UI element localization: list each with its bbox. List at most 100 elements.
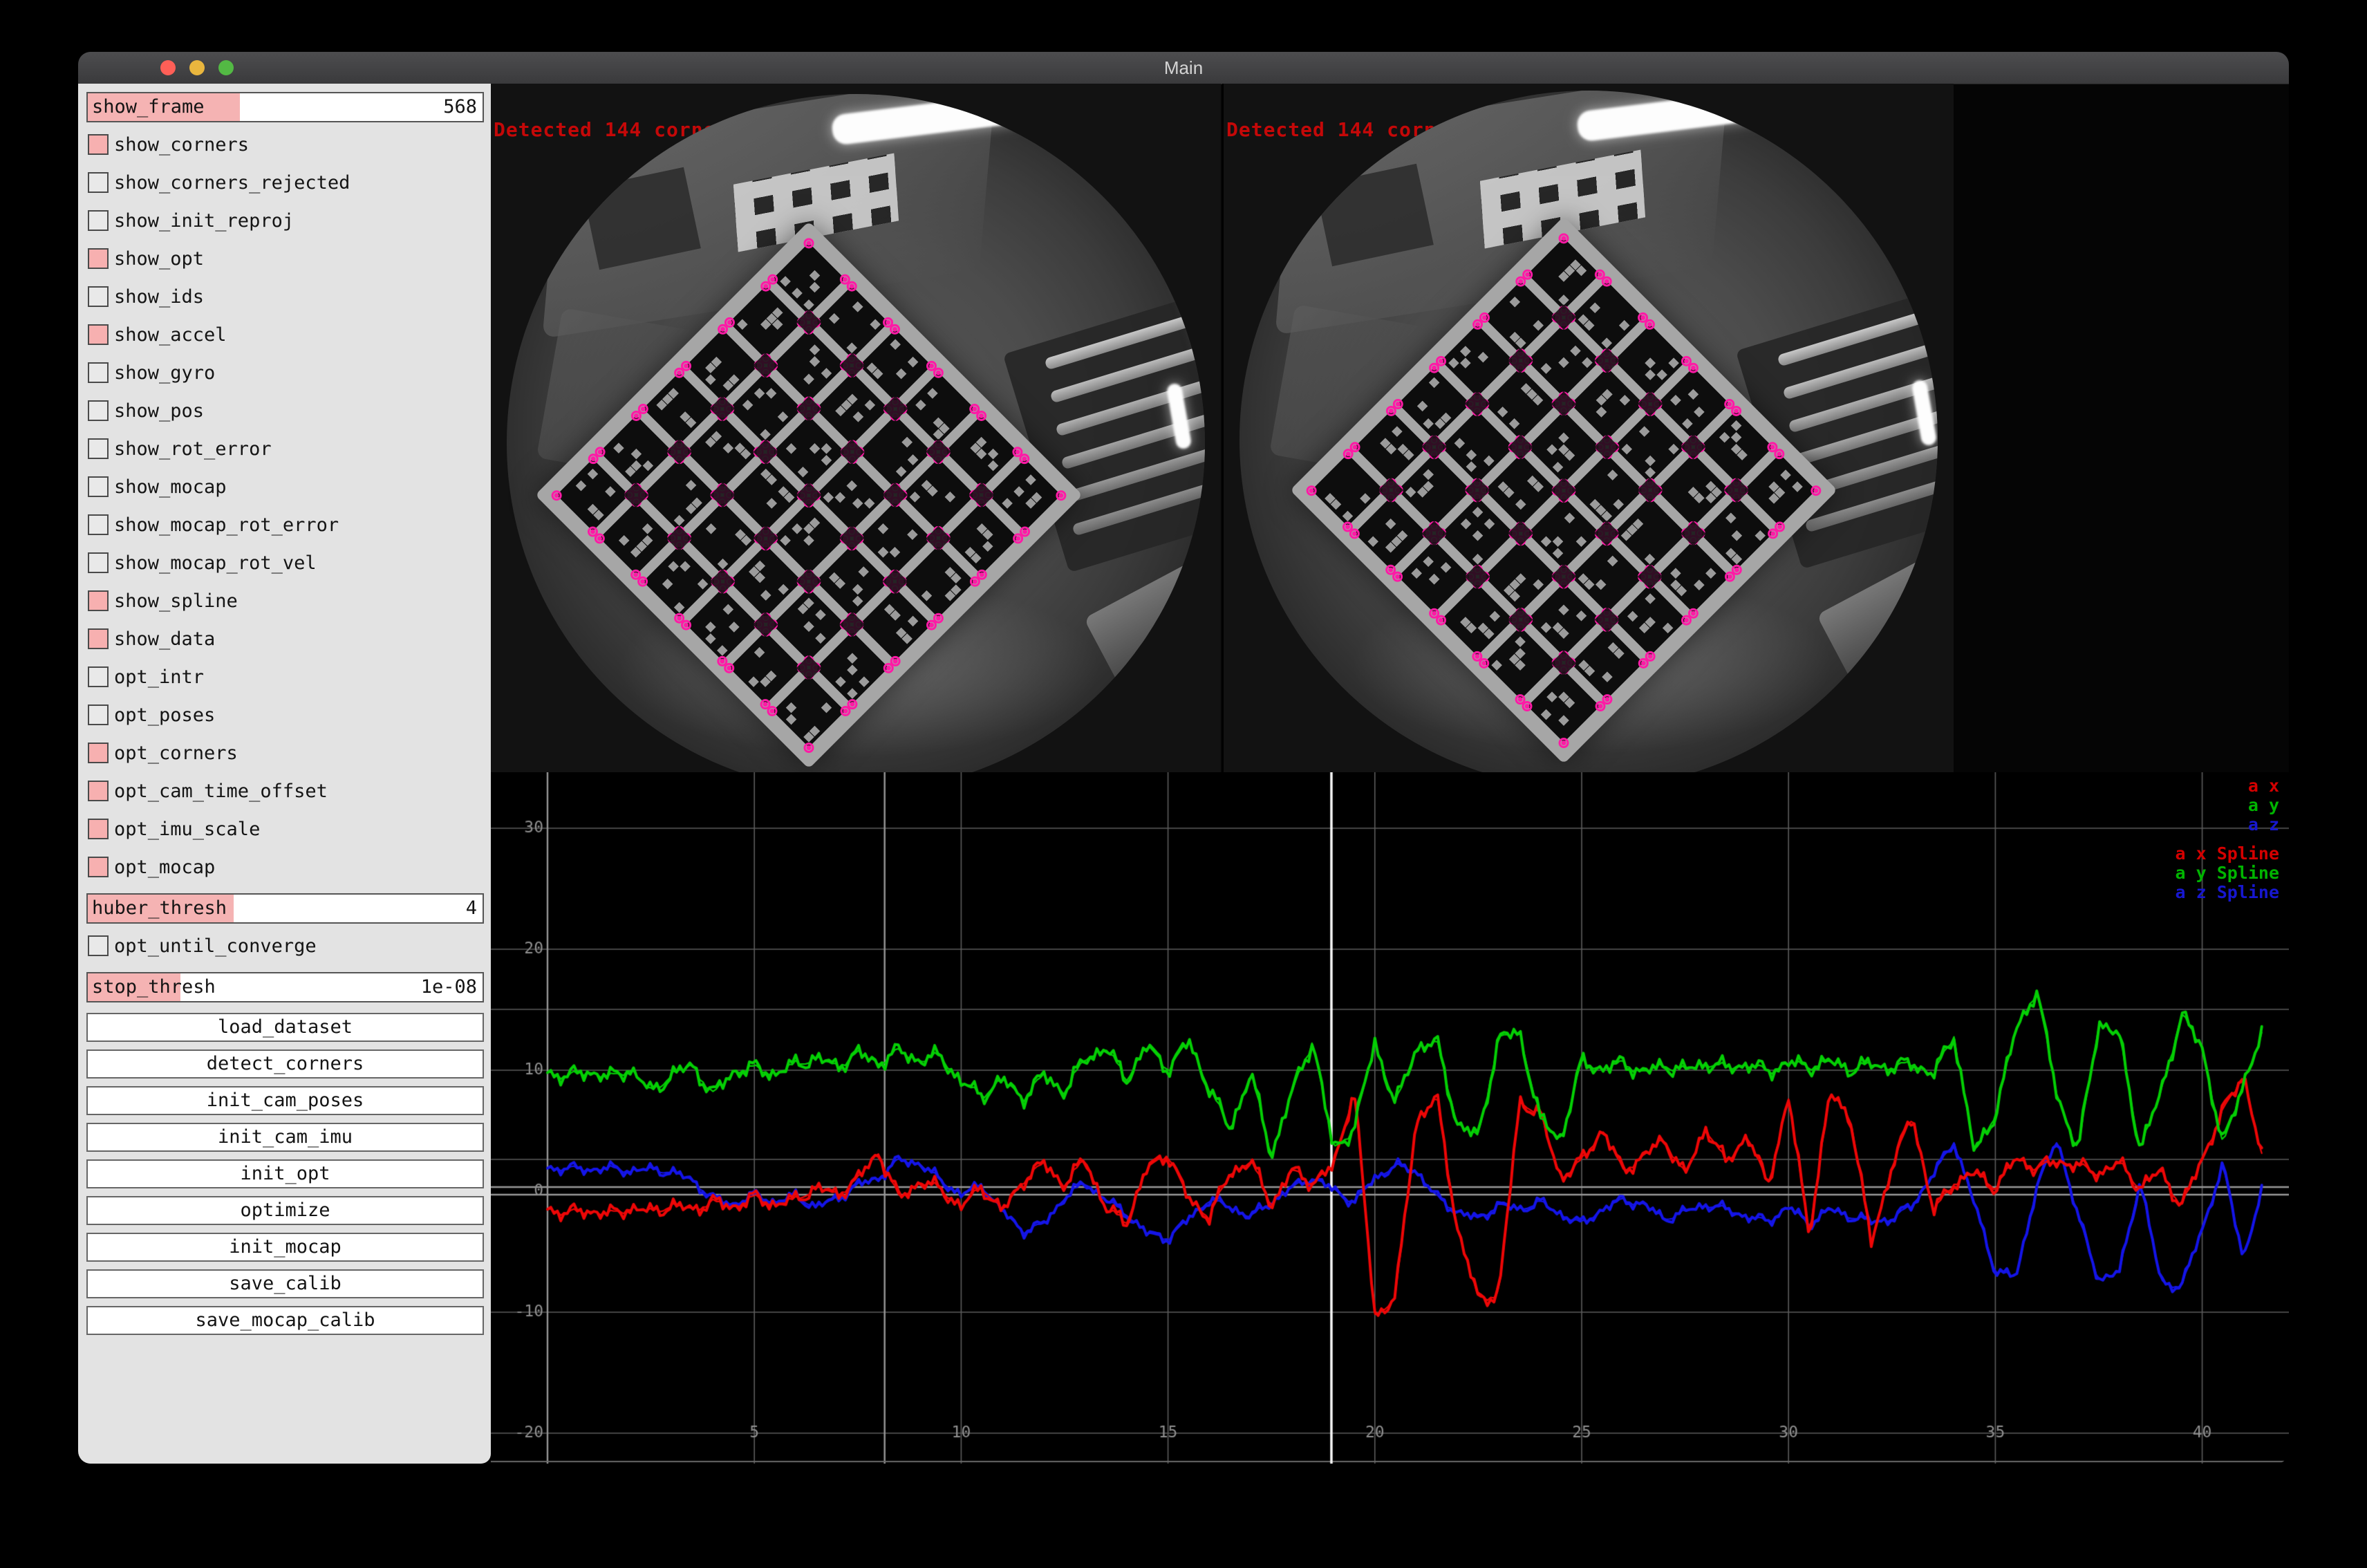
tag-pattern-pixel <box>803 535 814 546</box>
checkbox-box[interactable] <box>88 514 109 535</box>
checkbox-box[interactable] <box>88 743 109 763</box>
checkbox-box[interactable] <box>88 210 109 231</box>
checkbox-show_mocap[interactable]: show_mocap <box>86 475 484 503</box>
camera-view-right[interactable]: Detected 144 corners (0 rejected) <box>1222 84 1954 773</box>
checkbox-show_corners[interactable]: show_corners <box>86 133 484 160</box>
plot-legend-data: a xa ya z <box>2248 776 2279 834</box>
checkbox-show_accel[interactable]: show_accel <box>86 323 484 351</box>
legend-item: a y Spline <box>2175 864 2279 883</box>
checkbox-box[interactable] <box>88 590 109 611</box>
scene-shape <box>1884 122 1938 252</box>
checkbox-box[interactable] <box>88 819 109 839</box>
tag-pattern-pixel <box>1694 579 1705 590</box>
checkbox-box[interactable] <box>88 857 109 877</box>
grid-connector-square <box>796 483 822 508</box>
checkbox-opt_imu_scale[interactable]: opt_imu_scale <box>86 817 484 845</box>
slider-stop_thresh[interactable]: stop_thresh 1e-08 <box>86 972 484 1002</box>
checkbox-box[interactable] <box>88 666 109 687</box>
legend-item: a x Spline <box>2175 844 2279 864</box>
tag-pattern-pixel <box>766 388 777 399</box>
tag-pattern-pixel <box>705 622 716 633</box>
tag-pattern-pixel <box>630 449 642 460</box>
checkbox-box[interactable] <box>88 400 109 421</box>
tag-pattern-pixel <box>1558 432 1569 443</box>
checkbox-label: show_ids <box>114 286 204 308</box>
tag-pattern-pixel <box>1602 338 1613 349</box>
tag-pattern-pixel <box>1546 444 1557 455</box>
tag-pattern-pixel <box>1466 462 1477 473</box>
grid-connector-square <box>883 569 908 595</box>
button-detect_corners[interactable]: detect_corners <box>86 1049 484 1079</box>
checkbox-box[interactable] <box>88 248 109 269</box>
grid-connector-square <box>1551 650 1577 675</box>
title-bar[interactable]: Main <box>78 52 2289 84</box>
checkbox-show_mocap_rot_vel[interactable]: show_mocap_rot_vel <box>86 551 484 579</box>
tag-pattern-pixel <box>749 676 760 687</box>
tag-pattern-pixel <box>662 578 673 589</box>
button-load_dataset[interactable]: load_dataset <box>86 1013 484 1042</box>
tag-pattern-pixel <box>705 374 716 385</box>
tag-pattern-pixel <box>1360 493 1371 504</box>
checkbox-label: show_gyro <box>114 362 215 384</box>
checkbox-box[interactable] <box>88 362 109 383</box>
button-init_cam_poses[interactable]: init_cam_poses <box>86 1086 484 1115</box>
plot-canvas[interactable] <box>491 772 2289 1464</box>
tag-pattern-pixel <box>835 676 846 687</box>
tag-pattern-pixel <box>1429 377 1440 389</box>
checkbox-show_mocap_rot_error[interactable]: show_mocap_rot_error <box>86 513 484 541</box>
camera-view-left[interactable]: Detected 144 corners (0 rejected) <box>491 84 1221 773</box>
tag-pattern-pixel <box>821 368 832 380</box>
tag-pattern-pixel <box>1694 407 1705 418</box>
checkbox-box[interactable] <box>88 552 109 573</box>
checkbox-show_ids[interactable]: show_ids <box>86 285 484 312</box>
button-init_opt[interactable]: init_opt <box>86 1159 484 1188</box>
checkbox-show_init_reproj[interactable]: show_init_reproj <box>86 209 484 236</box>
checkbox-box[interactable] <box>88 935 109 956</box>
tag-pattern-pixel <box>1533 579 1544 590</box>
checkbox-opt_until_converge[interactable]: opt_until_converge <box>86 934 484 962</box>
tag-pattern-pixel <box>908 615 919 626</box>
slider-show_frame[interactable]: show_frame 568 <box>86 92 484 122</box>
slider-label: show_frame <box>92 93 205 121</box>
checkbox-box[interactable] <box>88 438 109 459</box>
window-title: Main <box>78 52 2289 84</box>
checkbox-opt_intr[interactable]: opt_intr <box>86 665 484 693</box>
checkbox-box[interactable] <box>88 134 109 155</box>
checkbox-box[interactable] <box>88 704 109 725</box>
checkbox-box[interactable] <box>88 286 109 307</box>
button-init_cam_imu[interactable]: init_cam_imu <box>86 1123 484 1152</box>
tag-pattern-pixel <box>1663 622 1674 633</box>
checkbox-show_data[interactable]: show_data <box>86 627 484 655</box>
checkbox-opt_poses[interactable]: opt_poses <box>86 703 484 731</box>
button-optimize[interactable]: optimize <box>86 1196 484 1225</box>
button-save_calib[interactable]: save_calib <box>86 1269 484 1298</box>
checkbox-show_rot_error[interactable]: show_rot_error <box>86 437 484 465</box>
checkbox-show_opt[interactable]: show_opt <box>86 247 484 274</box>
checkbox-show_corners_rejected[interactable]: show_corners_rejected <box>86 171 484 198</box>
checkbox-opt_corners[interactable]: opt_corners <box>86 741 484 769</box>
checkbox-show_pos[interactable]: show_pos <box>86 399 484 427</box>
tag-pattern-pixel <box>823 492 834 503</box>
slider-huber_thresh[interactable]: huber_thresh 4 <box>86 893 484 924</box>
tag-pattern-pixel <box>1405 487 1416 498</box>
checkbox-box[interactable] <box>88 324 109 345</box>
checkbox-box[interactable] <box>88 172 109 193</box>
tag-pattern-pixel <box>1645 467 1656 478</box>
checkbox-label: opt_mocap <box>114 857 215 878</box>
grid-connector-square <box>1551 305 1577 330</box>
button-save_mocap_calib[interactable]: save_mocap_calib <box>86 1306 484 1335</box>
imu-plot[interactable]: a xa ya z a x Splinea y Splinea z Spline <box>491 772 2289 1464</box>
checkbox-opt_cam_time_offset[interactable]: opt_cam_time_offset <box>86 779 484 807</box>
tag-pattern-pixel <box>810 270 821 281</box>
checkbox-show_spline[interactable]: show_spline <box>86 589 484 617</box>
checkbox-box[interactable] <box>88 476 109 497</box>
checkbox-show_gyro[interactable]: show_gyro <box>86 361 484 389</box>
button-init_mocap[interactable]: init_mocap <box>86 1233 484 1262</box>
checkbox-box[interactable] <box>88 628 109 649</box>
tag-pattern-pixel <box>1558 295 1569 306</box>
tag-pattern-pixel <box>1553 536 1564 547</box>
checkbox-opt_mocap[interactable]: opt_mocap <box>86 855 484 883</box>
checkbox-box[interactable] <box>88 781 109 801</box>
tag-pattern-pixel <box>717 645 728 656</box>
tag-pattern-pixel <box>1460 519 1471 530</box>
